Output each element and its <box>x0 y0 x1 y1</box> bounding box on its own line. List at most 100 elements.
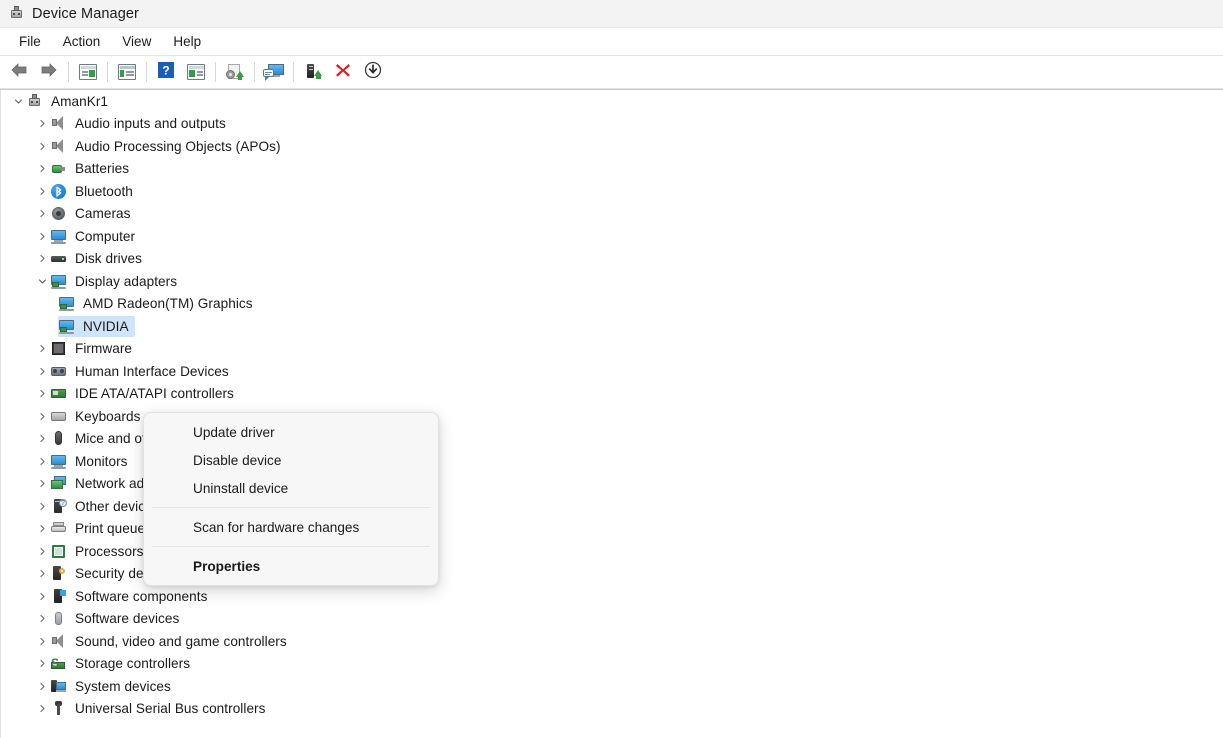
toolbar-uninstall-device[interactable] <box>328 58 358 86</box>
tree-item-label: Sound, video and game controllers <box>75 634 287 649</box>
chevron-right-icon[interactable] <box>34 206 50 222</box>
tree-item-system-devices[interactable]: System devices <box>0 675 1223 698</box>
tree-item-label: Monitors <box>75 454 128 469</box>
chevron-right-icon[interactable] <box>34 476 50 492</box>
forward-arrow-icon <box>39 62 59 83</box>
toolbar-back[interactable] <box>4 58 34 86</box>
context-menu-properties[interactable]: Properties <box>148 552 434 580</box>
software-component-icon <box>50 588 67 605</box>
chevron-right-icon[interactable] <box>34 138 50 154</box>
menubar-item-action[interactable]: Action <box>52 31 112 52</box>
computer-root-icon <box>26 93 43 110</box>
device-manager-window: Device Manager File Action View Help <box>0 0 1223 738</box>
chevron-right-icon[interactable] <box>34 386 50 402</box>
tree-item-software-devices[interactable]: Software devices <box>0 608 1223 631</box>
tree-item-storage-controllers[interactable]: S Storage controllers <box>0 653 1223 676</box>
toolbar-add-legacy-hardware[interactable] <box>298 58 328 86</box>
chevron-right-icon[interactable] <box>34 363 50 379</box>
tree-item-audio-processing-objects[interactable]: Audio Processing Objects (APOs) <box>0 135 1223 158</box>
tree-item-label: Software components <box>75 589 207 604</box>
network-adapter-icon <box>50 475 67 492</box>
chevron-right-icon[interactable] <box>34 498 50 514</box>
tree-item-disk-drives[interactable]: Disk drives <box>0 248 1223 271</box>
tree-item-audio-inputs-and-outputs[interactable]: Audio inputs and outputs <box>0 113 1223 136</box>
keyboard-icon <box>50 408 67 425</box>
tree-item-bluetooth[interactable]: Bluetooth <box>0 180 1223 203</box>
tree-item-label: Human Interface Devices <box>75 364 229 379</box>
toolbar-separator <box>146 62 147 82</box>
chevron-down-icon[interactable] <box>10 93 26 109</box>
tree-item-ide-ata-atapi-controllers[interactable]: IDE ATA/ATAPI controllers <box>0 383 1223 406</box>
tree-root-label: AmanKr1 <box>51 94 108 109</box>
menubar-item-view[interactable]: View <box>111 31 162 52</box>
chevron-right-icon[interactable] <box>34 633 50 649</box>
chevron-right-icon[interactable] <box>34 116 50 132</box>
menubar-item-file[interactable]: File <box>8 31 52 52</box>
context-menu-separator <box>152 507 430 508</box>
toolbar-scan-hardware[interactable] <box>259 58 289 86</box>
tree-item-display-adapters[interactable]: Display adapters <box>0 270 1223 293</box>
add-legacy-hardware-icon <box>303 63 323 81</box>
tree-item-sound-video-and-game-controllers[interactable]: Sound, video and game controllers <box>0 630 1223 653</box>
toolbar-console-tree[interactable] <box>73 58 103 86</box>
tree-item-human-interface-devices[interactable]: Human Interface Devices <box>0 360 1223 383</box>
toolbar-separator <box>107 62 108 82</box>
tree-item-universal-serial-bus-controllers[interactable]: Universal Serial Bus controllers <box>0 698 1223 721</box>
tree-item-label: AMD Radeon(TM) Graphics <box>83 296 253 311</box>
chevron-right-icon[interactable] <box>34 228 50 244</box>
chevron-right-icon[interactable] <box>34 161 50 177</box>
tree-item-amd-radeon-graphics[interactable]: AMD Radeon(TM) Graphics <box>0 293 1223 316</box>
chevron-right-icon[interactable] <box>34 431 50 447</box>
chevron-right-icon[interactable] <box>34 611 50 627</box>
toolbar-forward[interactable] <box>34 58 64 86</box>
menubar-item-help[interactable]: Help <box>162 31 212 52</box>
toolbar-help[interactable]: ? <box>151 58 181 86</box>
context-menu-scan-hardware-changes[interactable]: Scan for hardware changes <box>148 513 434 541</box>
tree-item-software-components[interactable]: Software components <box>0 585 1223 608</box>
chevron-right-icon[interactable] <box>34 453 50 469</box>
toolbar-properties[interactable] <box>112 58 142 86</box>
disable-device-icon <box>364 61 382 84</box>
tree-item-label: Firmware <box>75 341 132 356</box>
system-device-icon <box>50 678 67 695</box>
tree-item-nvidia[interactable]: NVIDIA <box>0 315 1223 338</box>
back-arrow-icon <box>9 62 29 83</box>
tree-root-amankr1[interactable]: AmanKr1 <box>0 90 1223 113</box>
chevron-right-icon[interactable] <box>34 588 50 604</box>
chevron-down-icon[interactable] <box>34 273 50 289</box>
chevron-right-icon[interactable] <box>34 183 50 199</box>
chevron-right-icon[interactable] <box>34 656 50 672</box>
chevron-right-icon[interactable] <box>34 566 50 582</box>
chevron-right-icon[interactable] <box>34 543 50 559</box>
firmware-icon <box>50 340 67 357</box>
toolbar-separator <box>68 62 69 82</box>
mouse-icon <box>50 430 67 447</box>
chevron-right-icon[interactable] <box>34 521 50 537</box>
tree-item-firmware[interactable]: Firmware <box>0 338 1223 361</box>
device-tree-panel[interactable]: AmanKr1 Audio inputs and outputs <box>0 89 1223 738</box>
tree-item-cameras[interactable]: Cameras <box>0 203 1223 226</box>
context-menu-uninstall-device[interactable]: Uninstall device <box>148 474 434 502</box>
chevron-right-icon[interactable] <box>34 678 50 694</box>
chevron-right-icon[interactable] <box>34 408 50 424</box>
device-context-menu[interactable]: Update driver Disable device Uninstall d… <box>143 412 439 586</box>
tree-item-label: Print queues <box>75 521 152 536</box>
toolbar-update-driver[interactable] <box>220 58 250 86</box>
security-device-icon <box>50 565 67 582</box>
tree-item-label: Audio inputs and outputs <box>75 116 226 131</box>
processor-icon <box>50 543 67 560</box>
menu-bar: File Action View Help <box>0 28 1223 56</box>
chevron-right-icon[interactable] <box>34 341 50 357</box>
toolbar-separator <box>293 62 294 82</box>
context-menu-update-driver[interactable]: Update driver <box>148 418 434 446</box>
context-menu-disable-device[interactable]: Disable device <box>148 446 434 474</box>
storage-controller-icon: S <box>50 655 67 672</box>
chevron-right-icon[interactable] <box>34 701 50 717</box>
software-device-icon <box>50 610 67 627</box>
tree-item-batteries[interactable]: Batteries <box>0 158 1223 181</box>
tree-item-computer[interactable]: Computer <box>0 225 1223 248</box>
toolbar-action-pane[interactable] <box>181 58 211 86</box>
chevron-right-icon[interactable] <box>34 251 50 267</box>
toolbar-disable-device[interactable] <box>358 58 388 86</box>
display-adapter-icon <box>50 273 67 290</box>
